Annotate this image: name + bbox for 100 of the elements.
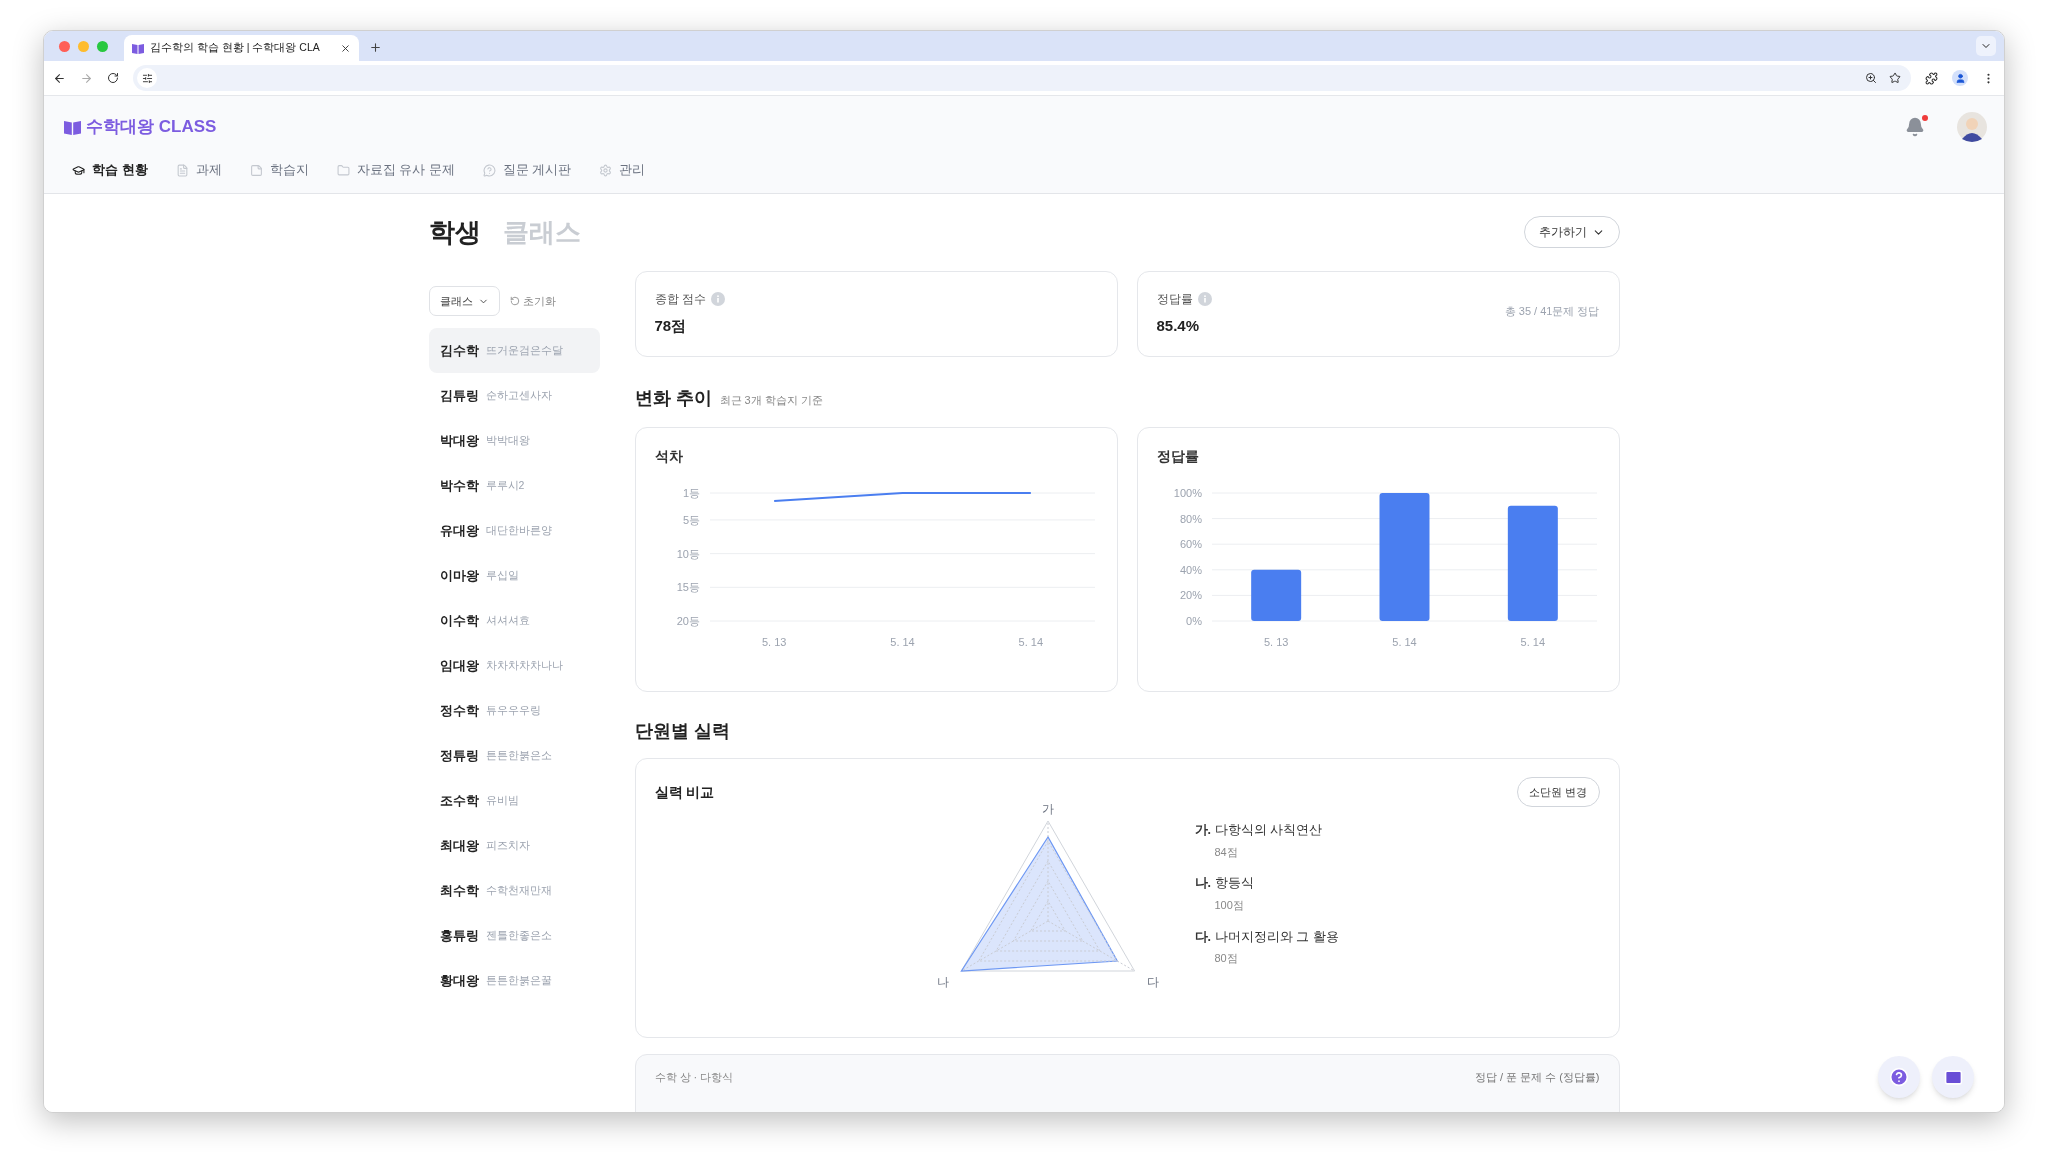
unit-path: 수학 상 · 다항식 bbox=[654, 1070, 734, 1085]
help-icon bbox=[1889, 1067, 1909, 1087]
student-name: 최수학 bbox=[439, 881, 479, 900]
document-icon bbox=[175, 163, 189, 177]
student-item[interactable]: 정튜링 튼튼한붉은소 bbox=[428, 733, 600, 778]
card-label: 정답률 bbox=[1156, 291, 1193, 309]
help-button[interactable] bbox=[1878, 1056, 1920, 1098]
add-dropdown-button[interactable]: 추가하기 bbox=[1523, 216, 1620, 248]
student-item[interactable]: 황대왕 튼튼한붉은꿀 bbox=[428, 958, 600, 1003]
student-item[interactable]: 박대왕 박박대왕 bbox=[428, 418, 600, 463]
nav-tab[interactable]: 질문 게시판 bbox=[482, 160, 572, 180]
student-name: 정수학 bbox=[439, 701, 479, 720]
student-nickname: 튼튼한붉은꿀 bbox=[485, 972, 552, 988]
student-item[interactable]: 이수학 셔셔셔효 bbox=[428, 598, 600, 643]
student-name: 최대왕 bbox=[439, 836, 479, 855]
student-name: 김튜링 bbox=[439, 386, 479, 405]
avatar-icon[interactable] bbox=[1957, 112, 1987, 142]
person-icon bbox=[1954, 72, 1966, 84]
unit-name: 항등식 bbox=[1215, 875, 1254, 893]
section-title: 변화 추이 bbox=[634, 387, 712, 410]
student-item[interactable]: 최수학 수학천재만재 bbox=[428, 868, 600, 913]
nav-tab[interactable]: 학습 현황 bbox=[72, 160, 148, 180]
unit-score: 100점 bbox=[1213, 898, 1245, 913]
change-unit-button[interactable]: 소단원 변경 bbox=[1517, 777, 1600, 807]
axis-tick-label: 15등 bbox=[676, 581, 700, 594]
reset-icon bbox=[509, 296, 520, 306]
student-nickname: 튼튼한붉은소 bbox=[485, 747, 552, 763]
nav-tab[interactable]: 과제 bbox=[175, 160, 222, 180]
axis-tick-label: 0% bbox=[1185, 615, 1202, 627]
axis-tick-label: 5. 13 bbox=[1263, 636, 1288, 648]
student-name: 박대왕 bbox=[439, 431, 479, 450]
student-name: 정튜링 bbox=[439, 746, 479, 765]
axis-label: 가 bbox=[1041, 802, 1054, 816]
student-name: 김수학 bbox=[439, 341, 479, 360]
section-title: 단원별 실력 bbox=[634, 719, 730, 743]
student-item[interactable]: 임대왕 차차차차차나나 bbox=[428, 643, 600, 688]
student-nickname: 뜨거운검은수달 bbox=[485, 342, 563, 358]
profile-button[interactable] bbox=[1952, 70, 1968, 86]
reload-icon[interactable] bbox=[107, 72, 119, 84]
zoom-icon[interactable] bbox=[1865, 72, 1877, 84]
student-item[interactable]: 이마왕 루십일 bbox=[428, 553, 600, 598]
tab-title: 김수학의 학습 현황 | 수학대왕 CLA bbox=[150, 40, 321, 56]
site-settings-button[interactable] bbox=[137, 68, 157, 88]
student-name: 유대왕 bbox=[439, 521, 479, 540]
axis-tick-label: 5. 13 bbox=[761, 636, 786, 648]
axis-tick-label: 60% bbox=[1179, 538, 1202, 551]
student-nickname: 순하고센사자 bbox=[485, 387, 552, 403]
new-tab-icon[interactable] bbox=[369, 41, 382, 54]
bar bbox=[1250, 569, 1301, 621]
student-item[interactable]: 홍튜링 젠틀한좋은소 bbox=[428, 913, 600, 958]
graduation-cap-icon bbox=[72, 163, 85, 177]
axis-tick-label: 5. 14 bbox=[1520, 636, 1545, 648]
message-button[interactable] bbox=[1932, 1056, 1974, 1098]
student-item[interactable]: 김수학 뜨거운검은수달 bbox=[428, 328, 600, 373]
url-field[interactable] bbox=[133, 65, 1911, 91]
unit-score: 80점 bbox=[1213, 951, 1239, 967]
reset-button[interactable]: 초기화 bbox=[509, 292, 556, 310]
student-item[interactable]: 최대왕 피즈치자 bbox=[428, 823, 600, 868]
student-name: 박수학 bbox=[439, 476, 479, 495]
browser-tab[interactable]: 김수학의 학습 현황 | 수학대왕 CLA bbox=[124, 35, 359, 61]
student-name: 황대왕 bbox=[439, 971, 479, 990]
card-value: 78점 bbox=[654, 316, 688, 337]
axis-tick-label: 1등 bbox=[682, 487, 700, 499]
extensions-icon[interactable] bbox=[1925, 71, 1938, 85]
student-item[interactable]: 정수학 튜우우우링 bbox=[428, 688, 600, 733]
app-logo[interactable]: 수학대왕 CLASS bbox=[86, 114, 217, 140]
book-icon bbox=[132, 42, 144, 54]
notification-bell-icon[interactable] bbox=[1905, 117, 1925, 137]
tab-list-button[interactable] bbox=[1976, 36, 1996, 56]
student-item[interactable]: 박수학 루루시2 bbox=[428, 463, 600, 508]
axis-label: 다 bbox=[1146, 975, 1159, 989]
nav-tab[interactable]: 학습지 bbox=[249, 160, 309, 180]
chart-title: 정답률 bbox=[1156, 447, 1200, 466]
unit-name: 다항식의 사칙연산 bbox=[1215, 822, 1323, 839]
student-nickname: 루루시2 bbox=[485, 477, 525, 493]
student-nickname: 튜우우우링 bbox=[485, 702, 541, 718]
bookmark-star-icon[interactable] bbox=[1889, 72, 1901, 84]
student-nickname: 루십일 bbox=[485, 567, 519, 583]
view-tab[interactable]: 학생 bbox=[428, 212, 481, 252]
card-note: 총 35 / 41문제 정답 bbox=[1504, 303, 1600, 319]
student-nickname: 유비빔 bbox=[485, 792, 519, 808]
info-icon bbox=[1197, 292, 1212, 307]
student-item[interactable]: 김튜링 순하고센사자 bbox=[428, 373, 600, 418]
axis-tick-label: 10등 bbox=[676, 547, 700, 560]
card-title: 실력 비교 bbox=[654, 782, 715, 802]
question-bubble-icon bbox=[482, 163, 496, 177]
sliders-icon bbox=[141, 72, 153, 84]
class-filter-dropdown[interactable]: 클래스 bbox=[428, 286, 500, 316]
unit-index: 다. bbox=[1194, 928, 1211, 946]
student-nickname: 대단한바른양 bbox=[485, 522, 552, 538]
axis-tick-label: 20등 bbox=[676, 615, 700, 627]
back-icon[interactable] bbox=[53, 71, 66, 85]
nav-tab[interactable]: 자료집 유사 문제 bbox=[336, 160, 455, 180]
student-item[interactable]: 조수학 유비빔 bbox=[428, 778, 600, 823]
unit-index: 가. bbox=[1194, 822, 1211, 839]
close-icon[interactable] bbox=[340, 42, 351, 54]
nav-tab[interactable]: 관리 bbox=[599, 160, 646, 180]
axis-tick-label: 100% bbox=[1173, 487, 1202, 499]
student-item[interactable]: 유대왕 대단한바른양 bbox=[428, 508, 600, 553]
student-nickname: 셔셔셔효 bbox=[485, 612, 530, 628]
